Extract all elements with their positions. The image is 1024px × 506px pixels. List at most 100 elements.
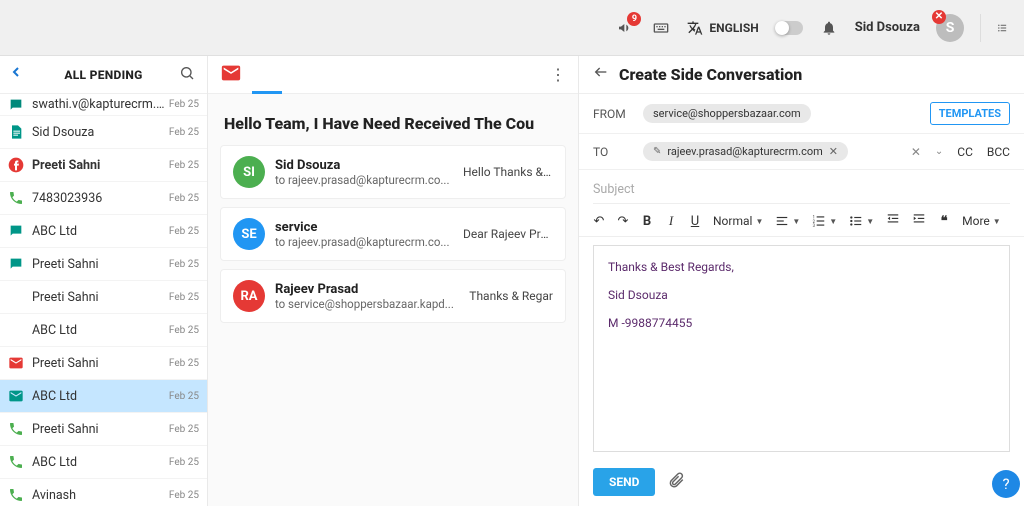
ticket-row[interactable]: ABC Ltd Feb 25: [0, 215, 207, 248]
notification-badge: 9: [627, 12, 641, 26]
message-row[interactable]: SE service to rajeev.prasad@kapturecrm.c…: [220, 207, 566, 261]
indent-button[interactable]: [912, 212, 926, 230]
undo-icon[interactable]: ↶: [593, 214, 605, 229]
outdent-button[interactable]: [886, 212, 900, 230]
close-icon[interactable]: ✕: [932, 10, 946, 24]
ticket-row[interactable]: 7483023936 Feb 25: [0, 182, 207, 215]
ticket-row[interactable]: Preeti Sahni Feb 25: [0, 149, 207, 182]
theme-toggle[interactable]: [775, 21, 803, 35]
wa-icon: [8, 289, 32, 305]
redo-icon[interactable]: ↷: [617, 214, 629, 229]
list-view-icon[interactable]: [980, 14, 1008, 42]
search-icon[interactable]: [179, 65, 199, 85]
attachment-icon[interactable]: [667, 471, 685, 493]
phone-icon: [8, 454, 32, 470]
send-button[interactable]: SEND: [593, 468, 655, 496]
quote-button[interactable]: ❝: [938, 213, 950, 229]
bcc-button[interactable]: BCC: [987, 145, 1010, 159]
italic-button[interactable]: I: [665, 213, 677, 229]
message-avatar: RA: [233, 280, 265, 312]
ticket-name: swathi.v@kapturecrm.com: [32, 97, 169, 112]
ticket-row[interactable]: Preeti Sahni Feb 25: [0, 281, 207, 314]
mail-icon: [8, 388, 32, 404]
ticket-name: Avinash: [32, 488, 169, 503]
ticket-list-panel: ALL PENDING swathi.v@kapturecrm.com Feb …: [0, 56, 208, 506]
ticket-row[interactable]: ABC Ltd Feb 25: [0, 314, 207, 347]
signature-line2: Sid Dsouza: [608, 288, 995, 302]
language-selector[interactable]: ENGLISH: [687, 20, 758, 36]
remove-chip-icon[interactable]: ✕: [829, 145, 838, 158]
channel-tabs[interactable]: [252, 56, 550, 93]
ticket-name: ABC Ltd: [32, 389, 169, 404]
ticket-name: Preeti Sahni: [32, 158, 169, 173]
fb-icon: [8, 157, 32, 173]
to-chip[interactable]: ✎ rajeev.prasad@kapturecrm.com ✕: [643, 142, 848, 161]
ticket-row[interactable]: Sid Dsouza Feb 25: [0, 116, 207, 149]
ticket-date: Feb 25: [169, 358, 199, 369]
message-avatar: SE: [233, 218, 265, 250]
message-list: SI Sid Dsouza to rajeev.prasad@kapturecr…: [208, 145, 578, 331]
message-avatar: SI: [233, 156, 265, 188]
ticket-row[interactable]: ABC Ltd Feb 25: [0, 446, 207, 479]
from-row: FROM service@shoppersbazaar.com TEMPLATE…: [579, 94, 1024, 134]
back-arrow-icon[interactable]: [593, 64, 609, 85]
ticket-date: Feb 25: [169, 325, 199, 336]
ticket-date: Feb 25: [169, 160, 199, 171]
doc-icon: [8, 124, 32, 140]
message-from: service: [275, 220, 453, 235]
message-row[interactable]: SI Sid Dsouza to rajeev.prasad@kapturecr…: [220, 145, 566, 199]
back-icon[interactable]: [8, 64, 28, 85]
editor-body[interactable]: Thanks & Best Regards, Sid Dsouza M -998…: [593, 245, 1010, 452]
avatar-initial: S: [946, 20, 955, 36]
bullet-list-button[interactable]: ▼: [849, 214, 874, 228]
ticket-name: Preeti Sahni: [32, 290, 169, 305]
ticket-name: ABC Ltd: [32, 323, 169, 338]
ticket-list-header: ALL PENDING: [0, 56, 207, 94]
more-icon[interactable]: ⋮: [550, 65, 566, 84]
templates-button[interactable]: TEMPLATES: [930, 102, 1010, 125]
underline-button[interactable]: U: [689, 214, 701, 229]
message-preview: Hello Thanks & B: [463, 165, 553, 179]
main-layout: ALL PENDING swathi.v@kapturecrm.com Feb …: [0, 56, 1024, 506]
chat-icon: [8, 256, 32, 272]
message-row[interactable]: RA Rajeev Prasad to service@shoppersbaza…: [220, 269, 566, 323]
phone-icon: [8, 421, 32, 437]
ticket-list-title: ALL PENDING: [28, 68, 179, 82]
ticket-row[interactable]: ABC Ltd Feb 25: [0, 380, 207, 413]
align-select[interactable]: ▼: [775, 214, 800, 228]
message-from: Sid Dsouza: [275, 158, 453, 173]
chevron-down-icon[interactable]: ⌄: [935, 146, 943, 157]
bold-button[interactable]: B: [641, 214, 653, 229]
compose-title: Create Side Conversation: [619, 65, 802, 84]
ticket-row[interactable]: Avinash Feb 25: [0, 479, 207, 506]
bell-icon[interactable]: [819, 18, 839, 38]
thread-subject: Hello Team, I Have Need Received The Cou: [208, 94, 578, 145]
announce-icon[interactable]: 9: [615, 18, 635, 38]
to-row: TO ✎ rajeev.prasad@kapturecrm.com ✕ ✕ ⌄ …: [579, 134, 1024, 170]
ticket-date: Feb 25: [169, 490, 199, 501]
more-tools-select[interactable]: More▼: [962, 214, 1001, 228]
ordered-list-button[interactable]: 123 ▼: [812, 214, 837, 228]
edit-icon[interactable]: ✎: [653, 146, 661, 157]
ticket-date: Feb 25: [169, 226, 199, 237]
ticket-row[interactable]: Preeti Sahni Feb 25: [0, 413, 207, 446]
subject-input[interactable]: [593, 176, 1010, 204]
ticket-name: Preeti Sahni: [32, 422, 169, 437]
ticket-row[interactable]: Preeti Sahni Feb 25: [0, 347, 207, 380]
signature-line1: Thanks & Best Regards,: [608, 260, 995, 274]
ticket-row[interactable]: Preeti Sahni Feb 25: [0, 248, 207, 281]
ticket-row[interactable]: swathi.v@kapturecrm.com Feb 25: [0, 94, 207, 116]
from-label: FROM: [593, 107, 633, 121]
chat-icon: [8, 223, 32, 239]
cc-button[interactable]: CC: [957, 145, 973, 159]
clear-to-icon[interactable]: ✕: [911, 145, 921, 159]
help-fab[interactable]: ?: [992, 470, 1020, 498]
thread-header: ⋮: [208, 56, 578, 94]
ticket-name: ABC Ltd: [32, 455, 169, 470]
paragraph-style-select[interactable]: Normal▼: [713, 214, 763, 228]
keyboard-icon[interactable]: [651, 18, 671, 38]
user-avatar[interactable]: ✕ S: [936, 14, 964, 42]
user-name-label: Sid Dsouza: [855, 20, 920, 35]
ticket-date: Feb 25: [169, 193, 199, 204]
thread-panel: ⋮ Hello Team, I Have Need Received The C…: [208, 56, 579, 506]
